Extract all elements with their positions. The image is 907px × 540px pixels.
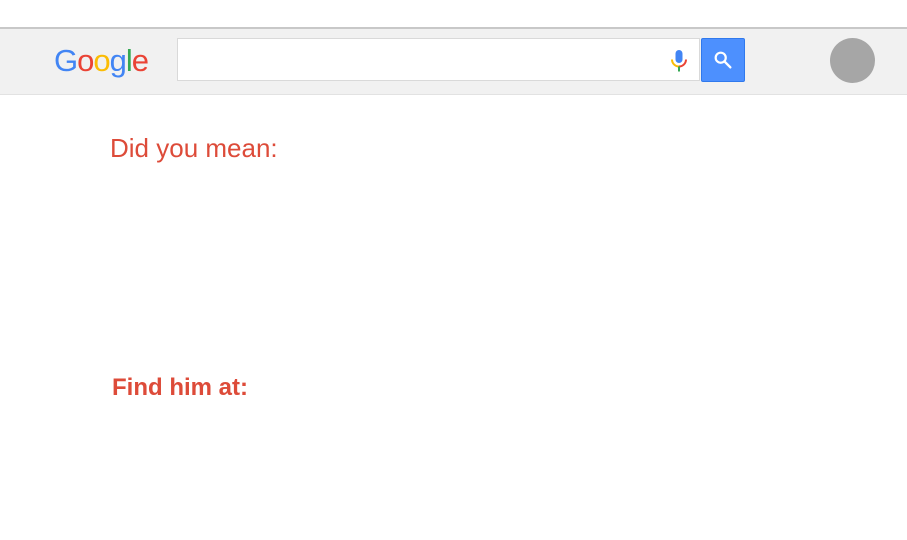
search-box[interactable] <box>177 38 700 81</box>
did-you-mean-heading: Did you mean: <box>110 133 278 163</box>
logo-letter: G <box>54 43 78 78</box>
search-button[interactable] <box>701 38 745 82</box>
avatar[interactable] <box>830 38 875 83</box>
logo-letter: e <box>131 43 149 78</box>
search-header: Google <box>0 29 907 95</box>
logo-letter: g <box>109 43 127 78</box>
search-icon <box>714 51 732 69</box>
logo-letter: o <box>77 43 94 78</box>
microphone-icon[interactable] <box>668 49 690 73</box>
google-logo[interactable]: Google <box>54 41 149 81</box>
results-page: Google Did you mean: Find him at: <box>0 0 907 540</box>
search-input[interactable] <box>178 39 658 80</box>
logo-letter: o <box>93 43 110 78</box>
find-him-heading: Find him at: <box>112 374 248 401</box>
